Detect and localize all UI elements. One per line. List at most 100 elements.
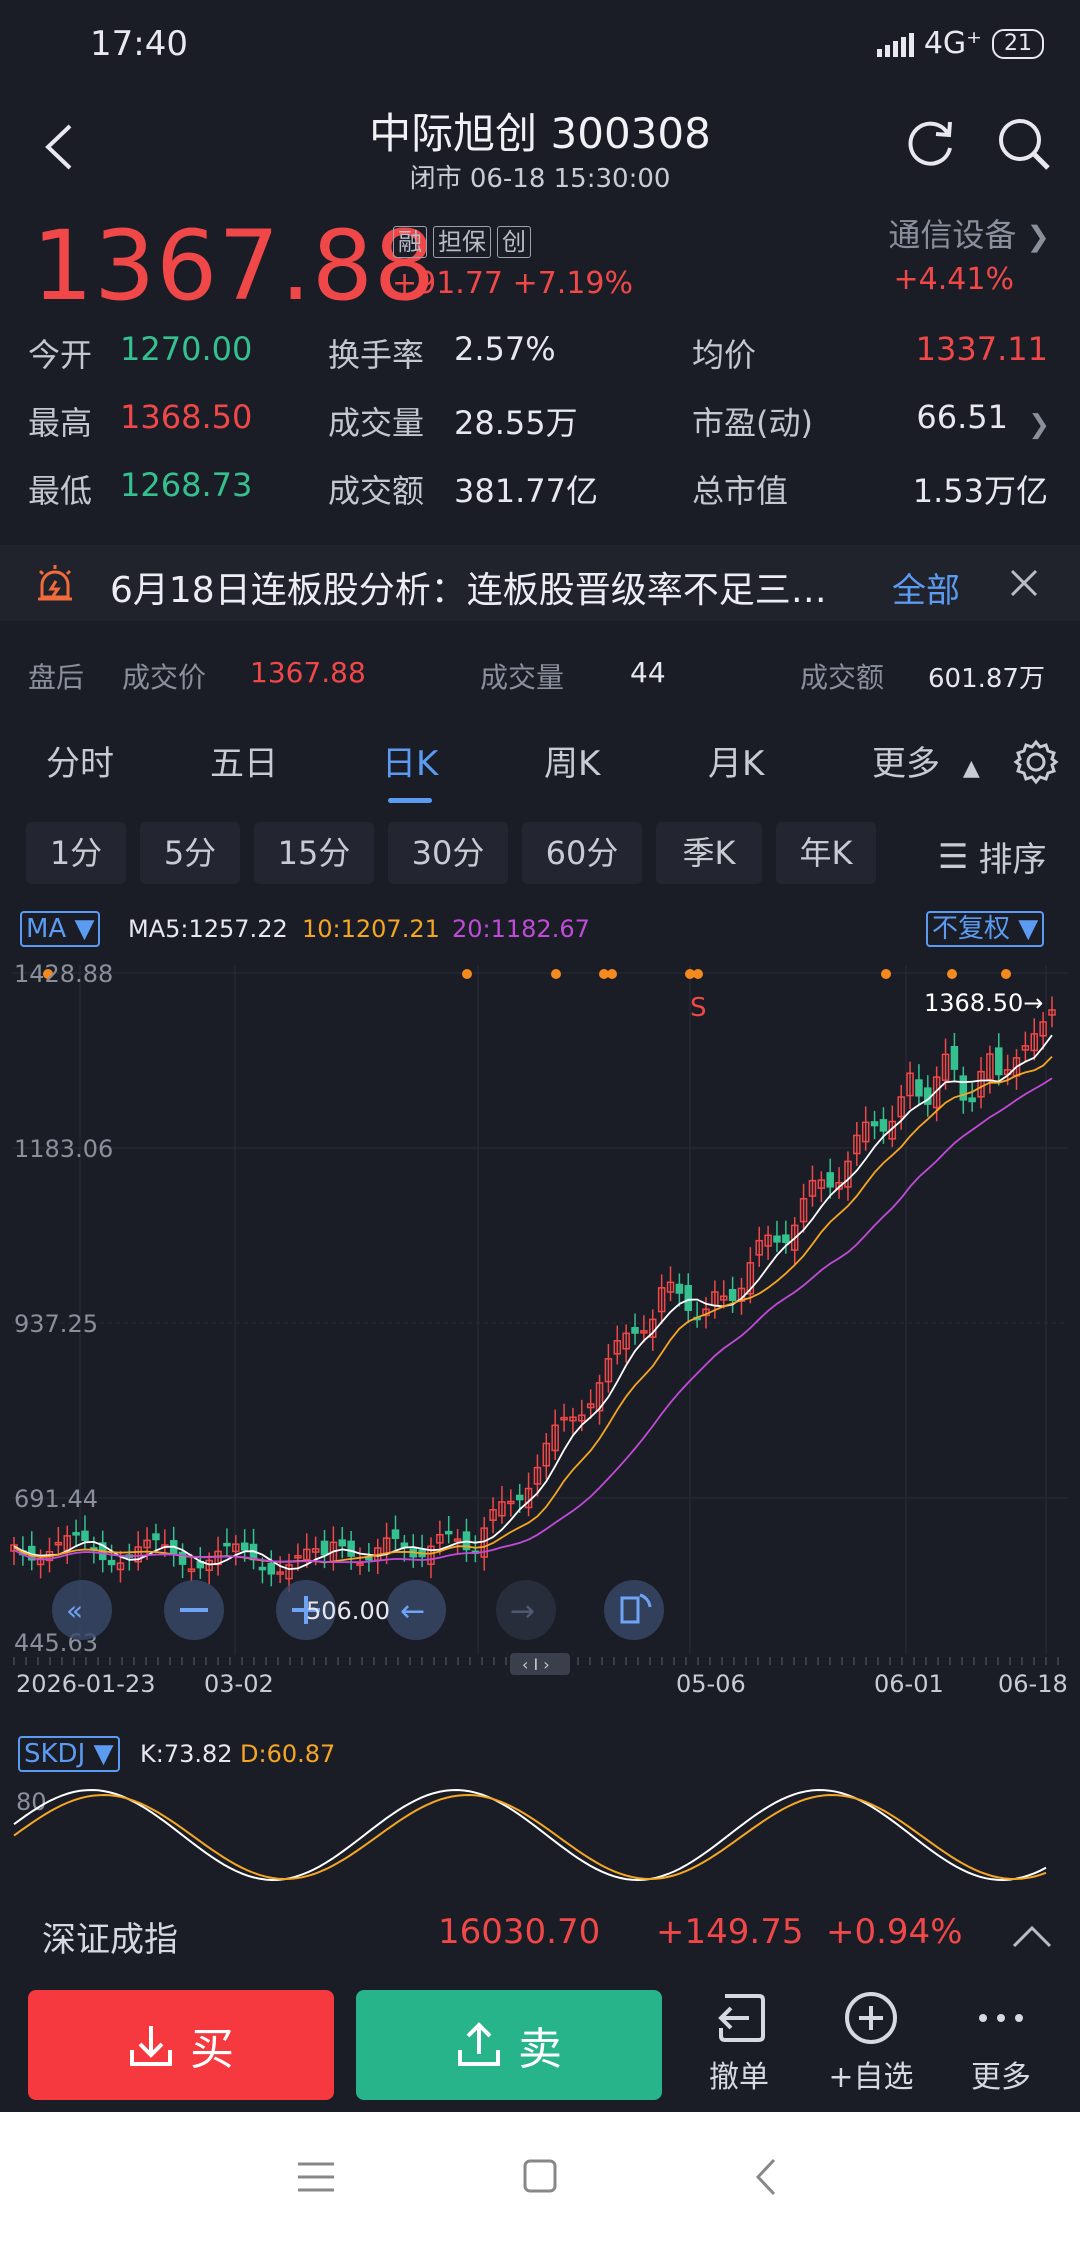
y-label-3: 937.25 [14,1310,98,1338]
badges: 融 担保 创 [393,226,531,258]
interval-5m[interactable]: 5分 [140,822,240,884]
price-change: +91.77 +7.19% [392,266,633,301]
tab-more[interactable]: 更多 ▲ [872,736,980,785]
sell-button[interactable]: 卖 [356,1990,662,2100]
tab-monthly-k[interactable]: 月K [708,736,764,785]
double-chevron-left-icon: « [66,1594,83,1627]
news-banner[interactable]: 6月18日连板股分析：连板股晋级率不足三… 全部 [0,545,1080,621]
tab-more-label: 更多 [872,744,940,784]
tab-weekly-k[interactable]: 周K [544,736,600,785]
candle-body [338,1539,347,1547]
search-icon[interactable] [994,114,1054,174]
menu-lines-icon: ☰ [938,836,969,877]
more-button[interactable]: 更多 [946,1988,1056,2096]
after-hours-amt: 601.87万 [928,664,1045,694]
after-hours-row: 盘后 成交价 1367.88 成交量 44 成交额 601.87万 [0,640,1080,710]
label-high: 最高 [28,404,93,442]
candle-body [950,1046,959,1070]
interval-15m[interactable]: 15分 [254,822,374,884]
download-arrow-icon [130,2026,172,2066]
settings-gear-icon[interactable] [1012,738,1060,786]
status-time: 17:40 [90,24,188,64]
after-hours-price: 1367.88 [250,656,366,689]
close-icon[interactable] [1008,567,1040,599]
cancel-order-button[interactable]: 撤单 [684,1988,794,2096]
back-triangle-icon[interactable] [754,2158,778,2196]
scroll-handle[interactable]: ‹ I › [510,1653,570,1675]
y-label-max: 1428.88 [14,960,113,988]
signal-icon [876,31,914,57]
candle-body [178,1551,187,1565]
candle-body [684,1285,693,1311]
arrow-right-icon: → [510,1594,535,1629]
ma-selector[interactable]: MA ▼ [20,911,101,947]
candle-body [223,1542,231,1547]
after-hours-amt-label: 成交额 [800,661,885,694]
sort-label: 排序 [978,840,1047,880]
period-tabs: 分时 五日 日K 周K 月K 更多 ▲ [0,722,1080,804]
high-price-label: 1368.50→ [924,989,1043,1017]
candle-body [240,1542,249,1551]
after-hours-label: 盘后 [28,661,85,694]
sort-button[interactable]: ☰ 排序 [938,832,1046,881]
candle-body [870,1121,879,1127]
rotate-button[interactable] [604,1580,664,1640]
chevron-up-icon[interactable] [1012,1924,1052,1948]
candle-body [631,1326,639,1334]
sector-link[interactable]: 通信设备 ❯ [888,210,1050,256]
tab-five-day[interactable]: 五日 [210,736,278,785]
rewind-button[interactable]: « [52,1580,112,1640]
index-value: 16030.70 [438,1912,601,1952]
interval-quarter[interactable]: 季K [656,822,762,884]
quote-row: 今开 1270.00 换手率 2.57% 均价 1337.11 [28,330,1068,382]
value-high: 1368.50 [120,398,253,436]
index-ticker[interactable]: 深证成指 16030.70 +149.75 +0.94% [0,1900,1080,1970]
value-amount: 381.77亿 [454,472,598,510]
plus-circle-icon [845,1992,897,2044]
skdj-k-line [13,1788,1047,1882]
scroll-arrows-icon: ‹ I › [522,1655,550,1674]
tab-daily-k[interactable]: 日K [382,736,438,785]
pan-left-button[interactable]: ← [386,1580,446,1640]
sell-label: 卖 [518,2024,562,2075]
low-price-label: 506.00 [306,1597,390,1625]
stock-header: 中际旭创 300308 闭市 06-18 15:30:00 [0,92,1080,202]
event-marker [693,969,703,979]
chevron-right-icon: ❯ [1028,410,1050,440]
indicator-chart[interactable]: 80 [0,1780,1080,1890]
x-label-3: 05-06 [676,1670,746,1698]
interval-year[interactable]: 年K [776,822,876,884]
active-tab-indicator [388,798,432,803]
ma20-value: 20:1182.67 [452,915,590,943]
refresh-icon[interactable] [900,114,960,174]
system-nav-bar [0,2112,1080,2244]
tab-intraday[interactable]: 分时 [46,736,114,785]
x-label-4: 06-01 [874,1670,944,1698]
value-low: 1268.73 [120,466,253,504]
value-open: 1270.00 [120,330,253,368]
badge-chinext: 创 [497,226,531,258]
buy-button[interactable]: 买 [28,1990,334,2100]
zoom-out-button[interactable] [164,1580,224,1640]
pan-right-button[interactable]: → [496,1580,556,1640]
ma5-value: MA5:1257.22 [128,915,288,943]
kline-chart[interactable]: 1428.88 1183.06 937.25 691.44 445.63 136… [0,955,1080,1700]
candle-body [152,1533,160,1541]
arrow-left-icon: ← [400,1594,425,1629]
adjust-selector[interactable]: 不复权 ▼ [926,911,1045,947]
news-headline[interactable]: 6月18日连板股分析：连板股晋级率不足三… [110,561,827,613]
interval-1m[interactable]: 1分 [26,822,126,884]
interval-60m[interactable]: 60分 [522,822,642,884]
candle-body [258,1566,267,1571]
interval-30m[interactable]: 30分 [388,822,508,884]
index-change: +149.75 [656,1912,804,1952]
index-name: 深证成指 [42,1920,178,1960]
label-open: 今开 [28,336,93,374]
menu-icon[interactable] [296,2160,336,2194]
add-watchlist-button[interactable]: +自选 [816,1988,926,2096]
news-all-link[interactable]: 全部 [892,563,960,612]
home-square-icon[interactable] [522,2158,558,2194]
candle-body [267,1562,276,1575]
quote-row[interactable]: 最高 1368.50 成交量 28.55万 市盈(动) 66.51 ❯ [28,398,1068,450]
indicator-selector[interactable]: SKDJ ▼ [18,1736,120,1772]
